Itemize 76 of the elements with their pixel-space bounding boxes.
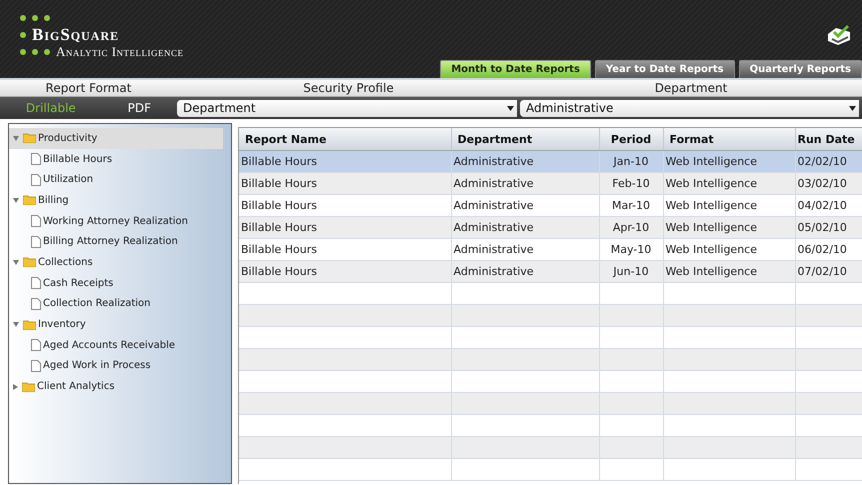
document-icon [31, 174, 41, 186]
report-tab[interactable]: Year to Date Reports [594, 60, 735, 78]
collapse-arrow-icon[interactable] [13, 322, 19, 328]
table-cell: Administrative [451, 150, 599, 172]
table-row[interactable]: Billable Hours Administrative Jun-10 Web Intelligence 07/02/10 [239, 260, 862, 282]
table-cell: Billable Hours [239, 172, 451, 194]
dropdown-arrow-icon [507, 106, 514, 110]
column-header[interactable]: Run Date [795, 128, 862, 150]
table-cell: Billable Hours [239, 216, 451, 238]
table-cell: Administrative [451, 172, 599, 194]
format-option[interactable]: PDF [128, 101, 152, 115]
document-icon [31, 298, 41, 310]
logo-icon [826, 22, 852, 46]
department-dropdown[interactable]: Administrative [520, 100, 859, 116]
document-icon [31, 236, 41, 248]
tree-folder[interactable]: Client Analytics [9, 376, 223, 397]
tree-item[interactable]: Aged Accounts Receivable [9, 334, 223, 356]
folder-icon [23, 257, 36, 268]
tree-item[interactable]: Billing Attorney Realization [9, 231, 223, 252]
tree-folder[interactable]: Billing [9, 190, 223, 211]
table-cell: Administrative [451, 216, 599, 238]
collapse-arrow-icon[interactable] [13, 198, 19, 203]
report-tab[interactable]: Month to Date Reports [440, 60, 591, 78]
brand-name: BigSquare [32, 26, 120, 44]
tree-folder[interactable]: Collections [9, 252, 223, 273]
table-row[interactable]: Billable Hours Administrative Jan-10 Web Intelligence 02/02/10 [239, 150, 862, 172]
table-cell: 05/02/10 [795, 216, 862, 238]
table-cell: Web Intelligence [663, 260, 795, 282]
filter-label: Department [654, 80, 728, 96]
table-cell: Jun-10 [599, 260, 663, 282]
expand-arrow-icon[interactable] [13, 384, 18, 390]
document-icon [31, 277, 41, 290]
document-icon [31, 339, 41, 352]
brand-tagline: Analytic Intelligence [56, 44, 184, 60]
collapse-arrow-icon[interactable] [13, 136, 19, 141]
tree-item[interactable]: Aged Work in Process [9, 356, 223, 376]
table-row[interactable]: Billable Hours Administrative Apr-10 Web Intelligence 05/02/10 [239, 216, 862, 238]
dropdown-arrow-icon [849, 106, 856, 110]
column-header[interactable]: Department [451, 128, 599, 150]
folder-icon [23, 195, 36, 206]
document-icon [31, 360, 41, 372]
document-icon [31, 153, 41, 166]
table-cell: Administrative [451, 260, 599, 282]
tree-folder[interactable]: Productivity [9, 128, 223, 149]
filter-label: Report Format [44, 80, 132, 96]
format-option[interactable]: Drillable [26, 101, 76, 115]
table-cell: Apr-10 [599, 216, 663, 238]
report-tab[interactable]: Quarterly Reports [738, 60, 862, 78]
document-icon [31, 215, 41, 228]
table-cell: Billable Hours [239, 260, 451, 282]
tree-item[interactable]: Billable Hours [9, 148, 223, 170]
filter-label: Security Profile [302, 80, 395, 96]
table-cell: Web Intelligence [663, 216, 795, 238]
tree-item[interactable]: Cash Receipts [9, 272, 223, 294]
table-cell: 02/02/10 [795, 150, 862, 172]
folder-icon [23, 133, 36, 144]
column-header[interactable]: Report Name [239, 128, 451, 150]
table-row[interactable]: Billable Hours Administrative Feb-10 Web Intelligence 03/02/10 [239, 172, 862, 194]
column-header[interactable]: Period [599, 128, 663, 150]
folder-icon [23, 320, 36, 330]
security-profile-dropdown[interactable]: Department [177, 100, 517, 116]
collapse-arrow-icon[interactable] [13, 260, 19, 265]
tree-item[interactable]: Working Attorney Realization [9, 210, 223, 232]
table-cell: Web Intelligence [663, 172, 795, 194]
table-cell: Jan-10 [599, 150, 663, 172]
table-cell: Feb-10 [599, 172, 663, 194]
table-cell: 07/02/10 [795, 260, 862, 282]
table-cell: Billable Hours [239, 150, 451, 172]
column-header[interactable]: Format [663, 128, 795, 150]
dots-icon [20, 15, 50, 21]
tree-folder[interactable]: Inventory [9, 314, 223, 335]
tree-item[interactable]: Collection Realization [9, 294, 223, 314]
tree-item[interactable]: Utilization [9, 169, 223, 190]
table-cell: Web Intelligence [663, 150, 795, 172]
folder-icon [22, 382, 35, 392]
table-cell: 03/02/10 [795, 172, 862, 194]
